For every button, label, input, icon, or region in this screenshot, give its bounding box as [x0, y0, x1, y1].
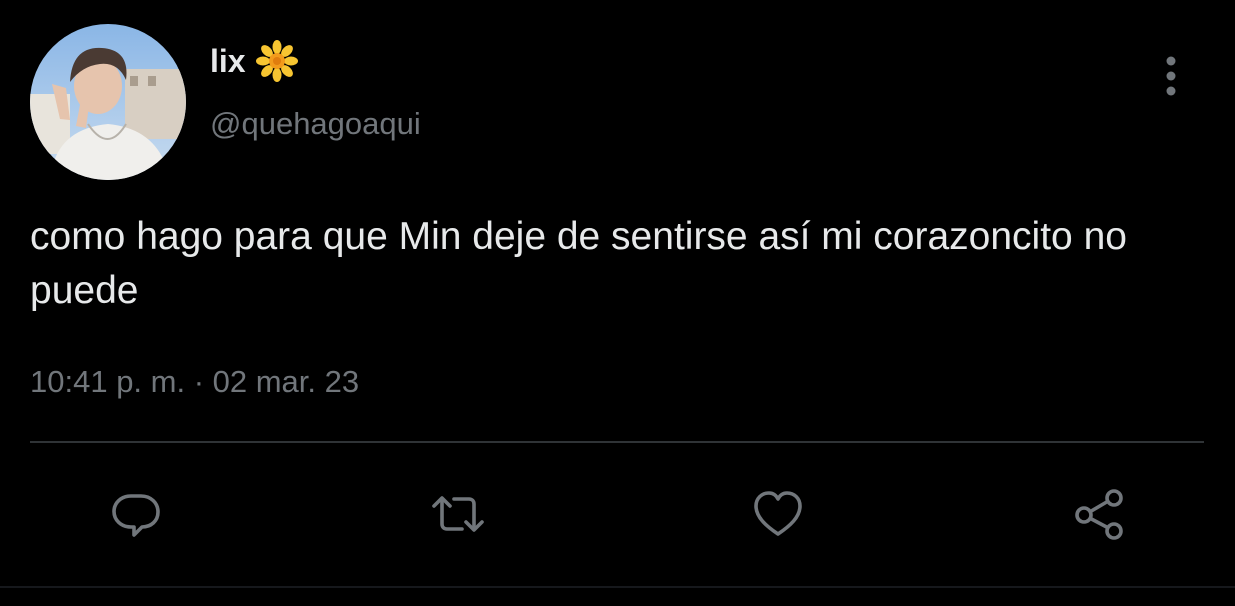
- display-name: lix: [210, 42, 246, 79]
- reply-icon: [112, 494, 160, 537]
- avatar-photo: [30, 24, 186, 180]
- more-vertical-icon[interactable]: [1158, 54, 1184, 98]
- user-handle[interactable]: @quehagoaqui: [210, 106, 421, 142]
- reply-button[interactable]: [106, 484, 166, 544]
- sunflower-emoji-icon: [255, 40, 298, 82]
- tweet-text: como hago para que Min deje de sentirse …: [30, 215, 1127, 312]
- tweet-timestamp[interactable]: 10:41 p. m. · 02 mar. 23: [30, 364, 359, 400]
- retweet-button[interactable]: [428, 484, 488, 544]
- like-button[interactable]: [748, 484, 808, 544]
- divider: [30, 441, 1204, 443]
- share-button[interactable]: [1070, 484, 1130, 544]
- retweet-icon: [432, 496, 484, 532]
- avatar[interactable]: [30, 24, 186, 180]
- bottom-divider: [0, 586, 1235, 588]
- display-name-row: lix: [210, 40, 298, 82]
- share-icon: [1075, 489, 1123, 540]
- heart-icon: [754, 491, 802, 536]
